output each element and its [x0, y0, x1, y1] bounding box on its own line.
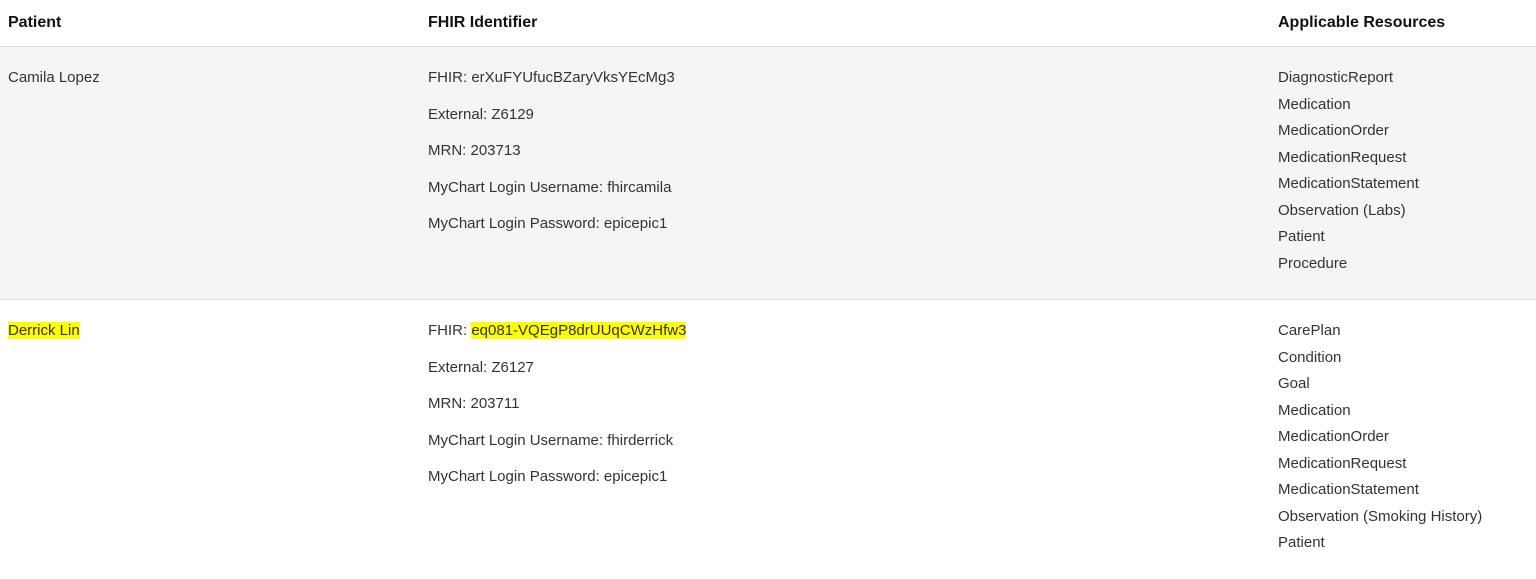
resource-item: Patient	[1278, 226, 1528, 249]
resource-item: Patient	[1278, 532, 1528, 555]
mychart-username: MyChart Login Username: fhircamila	[428, 177, 1262, 200]
fhir-value: eq081-VQEgP8drUUqCWzHfw3	[471, 322, 686, 339]
patient-name: Camila Lopez	[8, 69, 100, 86]
external-id: External: Z6127	[428, 357, 1262, 380]
table-row: Camila Lopez FHIR: erXuFYUfucBZaryVksYEc…	[0, 47, 1536, 300]
patient-table: Patient FHIR Identifier Applicable Resou…	[0, 0, 1536, 580]
header-resources: Applicable Resources	[1270, 0, 1536, 47]
resource-item: CarePlan	[1278, 320, 1528, 343]
header-row: Patient FHIR Identifier Applicable Resou…	[0, 0, 1536, 47]
resource-item: DiagnosticReport	[1278, 67, 1528, 90]
resource-item: Observation (Smoking History)	[1278, 506, 1528, 529]
fhir-id: FHIR: eq081-VQEgP8drUUqCWzHfw3	[428, 320, 1262, 343]
table-row: Derrick Lin FHIR: eq081-VQEgP8drUUqCWzHf…	[0, 300, 1536, 580]
resource-item: Medication	[1278, 94, 1528, 117]
resource-item: Medication	[1278, 400, 1528, 423]
patient-name: Derrick Lin	[8, 322, 80, 339]
fhir-label: FHIR:	[428, 69, 471, 86]
fhir-ids-cell: FHIR: erXuFYUfucBZaryVksYEcMg3 External:…	[420, 47, 1270, 300]
resource-item: Condition	[1278, 347, 1528, 370]
mychart-password: MyChart Login Password: epicepic1	[428, 466, 1262, 489]
fhir-ids-cell: FHIR: eq081-VQEgP8drUUqCWzHfw3 External:…	[420, 300, 1270, 580]
mrn-id: MRN: 203713	[428, 140, 1262, 163]
resource-item: MedicationOrder	[1278, 426, 1528, 449]
resource-item: MedicationOrder	[1278, 120, 1528, 143]
fhir-value: erXuFYUfucBZaryVksYEcMg3	[471, 69, 674, 86]
resource-item: Observation (Labs)	[1278, 200, 1528, 223]
resource-item: MedicationStatement	[1278, 479, 1528, 502]
resources-cell: CarePlan Condition Goal Medication Medic…	[1270, 300, 1536, 580]
fhir-id: FHIR: erXuFYUfucBZaryVksYEcMg3	[428, 67, 1262, 90]
resource-item: MedicationRequest	[1278, 147, 1528, 170]
resource-item: Procedure	[1278, 253, 1528, 276]
resource-item: MedicationRequest	[1278, 453, 1528, 476]
patient-name-cell: Derrick Lin	[0, 300, 420, 580]
resource-item: Goal	[1278, 373, 1528, 396]
resource-item: MedicationStatement	[1278, 173, 1528, 196]
fhir-label: FHIR:	[428, 322, 471, 339]
header-fhir: FHIR Identifier	[420, 0, 1270, 47]
external-id: External: Z6129	[428, 104, 1262, 127]
mychart-username: MyChart Login Username: fhirderrick	[428, 430, 1262, 453]
patient-name-cell: Camila Lopez	[0, 47, 420, 300]
mychart-password: MyChart Login Password: epicepic1	[428, 213, 1262, 236]
header-patient: Patient	[0, 0, 420, 47]
mrn-id: MRN: 203711	[428, 393, 1262, 416]
resources-cell: DiagnosticReport Medication MedicationOr…	[1270, 47, 1536, 300]
